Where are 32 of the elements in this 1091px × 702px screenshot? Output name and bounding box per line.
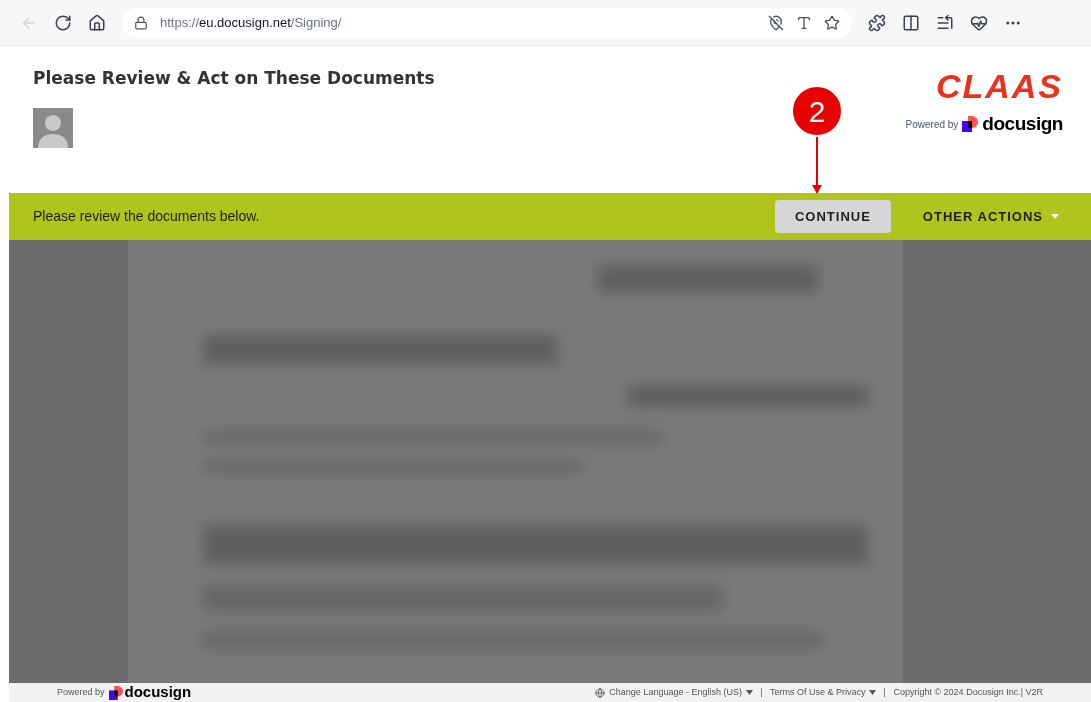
continue-button[interactable]: CONTINUE (774, 200, 891, 233)
footer-powered-by: Powered by (57, 685, 105, 699)
page-title: Please Review & Act on These Documents (33, 67, 435, 90)
globe-icon (595, 687, 606, 698)
url-text: https://eu.docusign.net/Signing/ (160, 13, 343, 32)
favorites-icon[interactable] (936, 13, 954, 32)
extensions-icon[interactable] (868, 13, 886, 32)
caret-icon (745, 690, 753, 695)
address-bar[interactable]: https://eu.docusign.net/Signing/ (122, 7, 852, 38)
home-icon[interactable] (88, 13, 106, 32)
docusign-logo-icon (962, 116, 979, 133)
review-message: Please review the documents below. (33, 207, 261, 226)
language-menu[interactable]: Change Language - English (US) (595, 685, 753, 700)
favorite-icon[interactable] (824, 14, 840, 31)
pointer-arrow (812, 137, 822, 194)
caret-icon (1051, 214, 1059, 219)
browser-essentials-icon[interactable] (970, 13, 988, 32)
split-screen-icon[interactable] (902, 13, 920, 32)
avatar-icon (33, 107, 73, 148)
copyright-text: Copyright © 2024 Docusign Inc.| V2R (893, 685, 1043, 699)
provider-logo: docusign (982, 112, 1063, 136)
terms-menu[interactable]: Terms Of Use & Privacy (769, 685, 877, 700)
lock-icon (134, 15, 148, 30)
brand-logo: CLAAS (935, 66, 1063, 106)
powered-by-text: Powered by (905, 117, 959, 132)
reload-icon[interactable] (54, 13, 72, 32)
read-aloud-icon[interactable] (796, 14, 812, 31)
caret-icon (869, 690, 877, 695)
footer-provider-logo: docusign (124, 682, 192, 702)
tracking-icon[interactable] (768, 14, 784, 31)
docusign-logo-icon (108, 685, 123, 700)
other-actions-button[interactable]: OTHER ACTIONS (922, 206, 1059, 227)
